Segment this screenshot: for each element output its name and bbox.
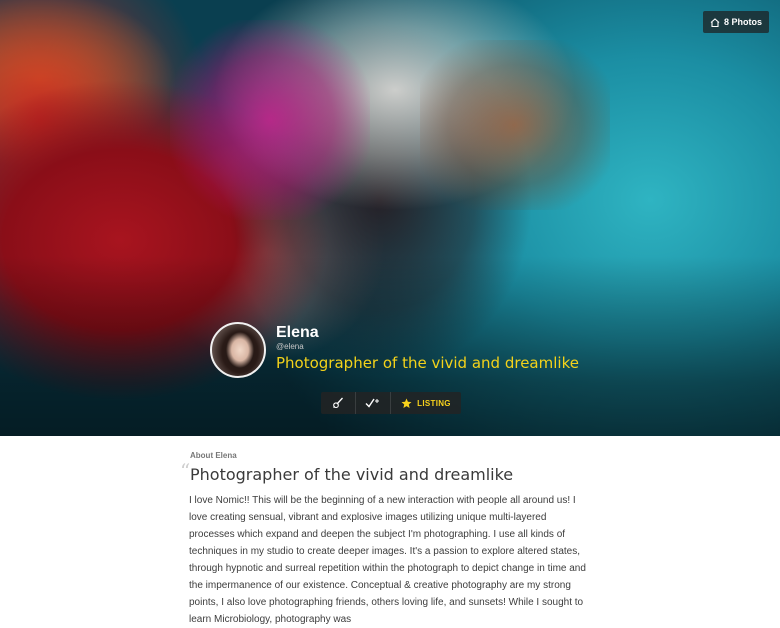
listing-label: LISTING	[417, 398, 451, 408]
follow-button[interactable]	[356, 392, 391, 414]
avatar[interactable]	[210, 322, 266, 378]
profile-name[interactable]: Elena	[276, 324, 319, 342]
quote-icon: “	[180, 459, 191, 483]
cover-photo-detail	[170, 20, 370, 220]
listing-button[interactable]: LISTING	[391, 392, 461, 414]
about-section: About Elena “ Photographer of the vivid …	[0, 436, 780, 625]
commission-button[interactable]	[321, 392, 356, 414]
about-label: About Elena	[190, 451, 237, 460]
brush-icon	[333, 397, 343, 409]
photos-count-button[interactable]: 8 Photos	[702, 11, 769, 33]
photos-count-label: 8 Photos	[723, 17, 762, 27]
home-icon	[710, 17, 720, 27]
profile-hero: 8 Photos Elena @elena Photographer of th…	[0, 0, 780, 436]
profile-actions-bar: LISTING	[321, 392, 461, 414]
profile-handle: @elena	[276, 342, 304, 351]
star-icon	[401, 398, 412, 408]
about-headline: Photographer of the vivid and dreamlike	[190, 465, 514, 484]
about-bio: I love Nomic!! This will be the beginnin…	[189, 495, 586, 625]
profile-tagline: Photographer of the vivid and dreamlike	[276, 354, 579, 372]
check-plus-icon	[365, 398, 379, 408]
cover-photo-detail	[420, 40, 610, 210]
